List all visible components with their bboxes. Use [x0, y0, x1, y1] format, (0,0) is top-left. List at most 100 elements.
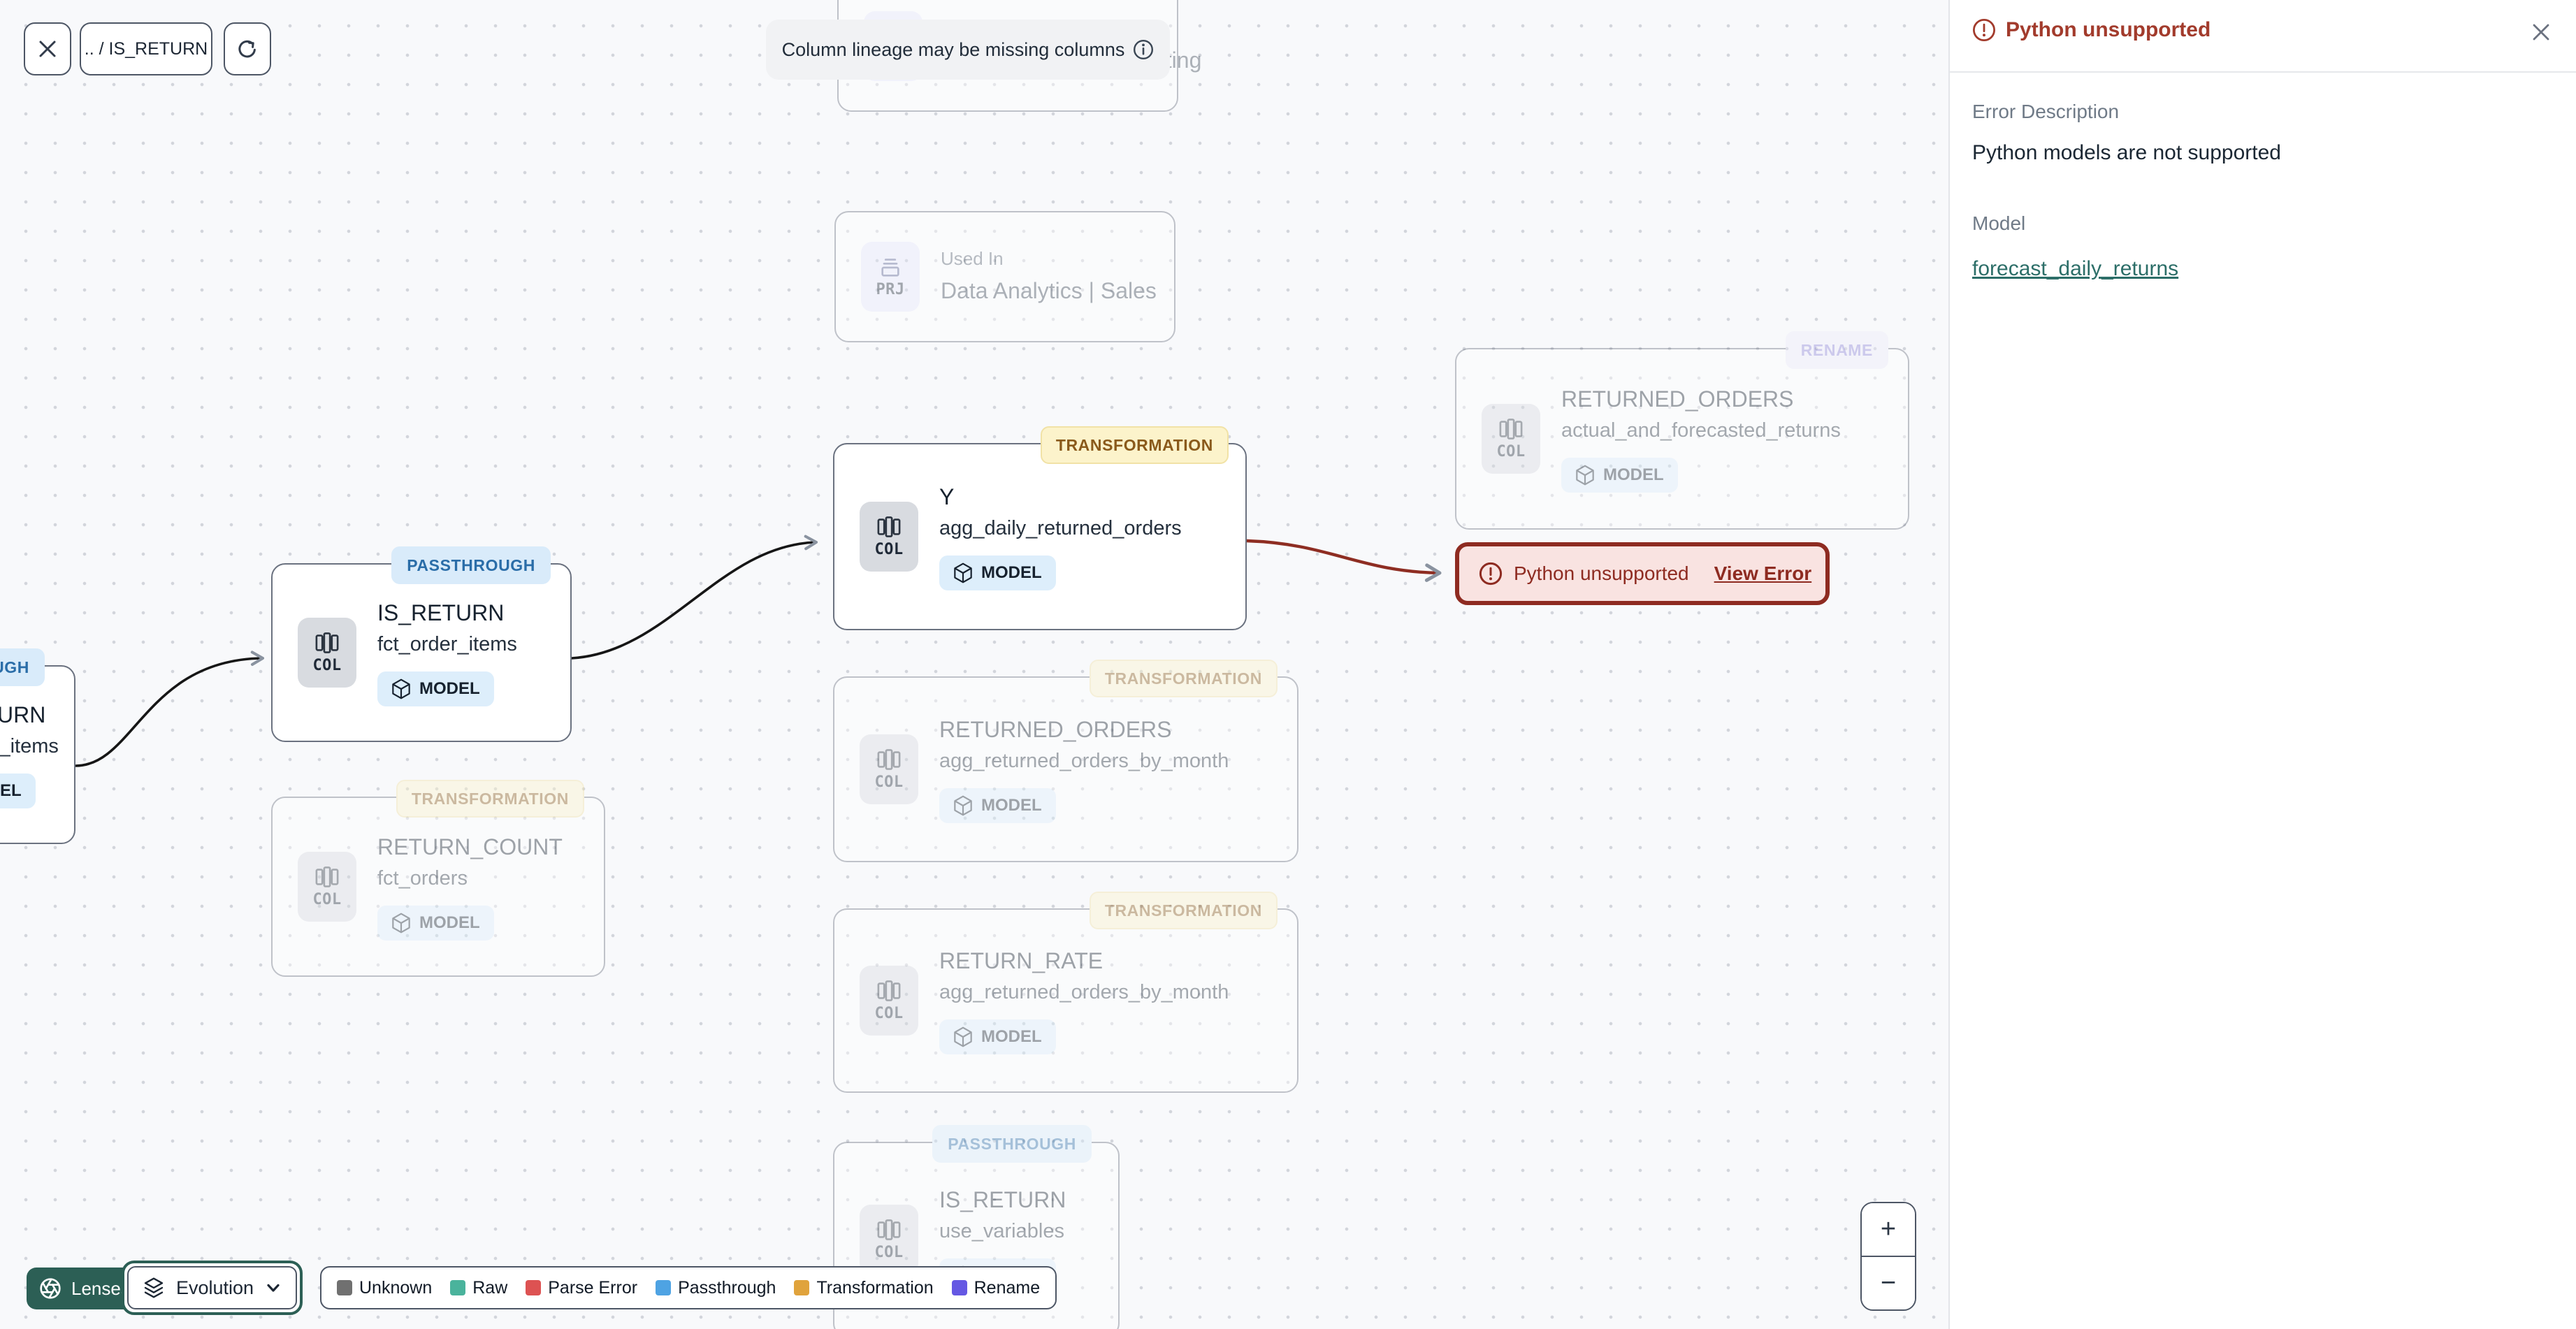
- node-badge-passthrough: PASSTHROUGH: [932, 1125, 1092, 1163]
- node-title: RETURNED_ORDERS: [939, 717, 1172, 743]
- columns-icon: [877, 980, 901, 1002]
- close-lineage-button[interactable]: [24, 22, 71, 75]
- chevron-down-icon: [265, 1279, 282, 1296]
- col-chip: COL: [298, 852, 356, 922]
- node-subtitle: agg_returned_orders_by_month: [939, 981, 1229, 1004]
- zoom-out-button[interactable]: −: [1862, 1257, 1915, 1309]
- node-badge-passthrough: PASSTHROUGH: [0, 648, 45, 686]
- node-subtitle: fct_orders: [377, 867, 468, 890]
- node-badge-rename: RENAME: [1785, 331, 1888, 369]
- error-description-value: Python models are not supported: [1972, 141, 2281, 164]
- node-subtitle: actual_and_forecasted_returns: [1561, 419, 1841, 442]
- node-badge-transformation: TRANSFORMATION: [1089, 660, 1278, 697]
- lineage-node-y-agg-daily-returned-orders[interactable]: TRANSFORMATION COL Y agg_daily_returned_o…: [833, 426, 1247, 630]
- info-icon[interactable]: [1133, 39, 1154, 60]
- columns-icon: [315, 632, 339, 654]
- columns-icon: [877, 1219, 901, 1241]
- model-chip[interactable]: MODEL: [1561, 457, 1678, 493]
- node-subtitle: use_variables: [939, 1220, 1064, 1243]
- prj-chip: PRJ: [861, 242, 920, 312]
- model-chip[interactable]: MODEL: [0, 773, 36, 808]
- error-detail-panel: Python unsupported Error Description Pyt…: [1948, 0, 2576, 1329]
- col-chip: COL: [298, 618, 356, 688]
- legend-item-unknown: Unknown: [337, 1278, 432, 1298]
- lineage-node-is-return-fct-order-items[interactable]: PASSTHROUGH COL IS_RETURN fct_order_items…: [271, 546, 572, 742]
- lens-legend: Unknown Raw Parse Error Passthrough Transfor…: [320, 1266, 1057, 1309]
- node-title: RETURN_RATE: [939, 948, 1104, 974]
- lineage-node-returned-orders-forecast[interactable]: RENAME COL RETURNED_ORDERS actual_and_for…: [1455, 331, 1909, 530]
- alert-icon: [1972, 18, 1996, 42]
- col-chip: COL: [860, 734, 918, 804]
- cube-icon: [391, 913, 411, 934]
- aperture-icon: [39, 1277, 61, 1300]
- panel-close-button[interactable]: [2528, 20, 2554, 45]
- refresh-button[interactable]: [224, 22, 271, 75]
- panel-title: Python unsupported: [1972, 18, 2210, 42]
- node-title: IS_RETURN: [377, 600, 505, 626]
- node-title: RETURNED_ORDERS: [1561, 386, 1794, 412]
- model-link[interactable]: forecast_daily_returns: [1972, 257, 2178, 281]
- banner-text: Column lineage may be missing columns: [781, 38, 1125, 60]
- col-chip: COL: [860, 1205, 918, 1274]
- lineage-node-is-return-offscreen[interactable]: PASSTHROUGH COLIS_RETURN fct_order_items…: [0, 648, 75, 844]
- col-chip: COL: [1482, 404, 1540, 474]
- node-title: Y: [939, 484, 955, 510]
- refresh-icon: [236, 38, 259, 60]
- model-chip[interactable]: MODEL: [377, 905, 494, 941]
- node-subtitle: fct_order_items: [377, 633, 517, 656]
- model-chip[interactable]: MODEL: [939, 787, 1056, 823]
- view-error-link[interactable]: View Error: [1714, 562, 1812, 585]
- zoom-controls: + −: [1860, 1202, 1916, 1311]
- lineage-node-returned-orders-by-month[interactable]: TRANSFORMATION COL RETURNED_ORDERS agg_re…: [833, 660, 1298, 862]
- lineage-node-used-in-sales[interactable]: PRJ Used In Data Analytics | Sales: [834, 211, 1175, 342]
- node-badge-transformation: TRANSFORMATION: [1040, 426, 1229, 464]
- node-subtitle: Data Analytics | Sales: [941, 277, 1157, 303]
- model-label: Model: [1972, 212, 2026, 234]
- cube-icon: [953, 795, 973, 816]
- error-description-label: Error Description: [1972, 101, 2120, 122]
- model-chip[interactable]: MODEL: [377, 671, 494, 706]
- panel-title-text: Python unsupported: [2006, 18, 2211, 41]
- node-badge-passthrough: PASSTHROUGH: [391, 546, 551, 584]
- node-title: Used In: [941, 248, 1004, 270]
- project-icon: [878, 256, 902, 278]
- col-chip: COL: [860, 502, 918, 572]
- cube-icon: [391, 678, 411, 699]
- node-title: IS_RETURN: [0, 702, 46, 728]
- legend-item-raw: Raw: [450, 1278, 507, 1298]
- evolution-dropdown[interactable]: Evolution: [127, 1266, 298, 1309]
- evolution-dropdown-ring: Evolution: [122, 1261, 303, 1315]
- node-subtitle: agg_returned_orders_by_month: [939, 750, 1229, 773]
- legend-item-parse-error: Parse Error: [526, 1278, 637, 1298]
- lineage-node-return-count[interactable]: TRANSFORMATION COL RETURN_COUNT fct_order…: [271, 780, 605, 977]
- model-chip[interactable]: MODEL: [939, 555, 1056, 590]
- columns-icon: [877, 748, 901, 771]
- zoom-in-button[interactable]: +: [1862, 1203, 1915, 1256]
- node-subtitle: fct_order_items: [0, 735, 59, 758]
- error-node-label: Python unsupported: [1514, 562, 1689, 584]
- legend-item-transformation: Transformation: [794, 1278, 934, 1298]
- cube-icon: [953, 1026, 973, 1047]
- error-node-python-unsupported[interactable]: Python unsupported View Error: [1455, 542, 1830, 605]
- legend-swatch: [951, 1280, 967, 1295]
- legend-swatch: [794, 1280, 810, 1295]
- legend-swatch: [526, 1280, 542, 1295]
- alert-icon: [1479, 562, 1503, 586]
- legend-swatch: [656, 1280, 672, 1295]
- cube-icon: [1575, 465, 1595, 486]
- node-title: IS_RETURN: [939, 1187, 1066, 1213]
- lineage-node-return-rate[interactable]: TRANSFORMATION COL RETURN_RATE agg_return…: [833, 892, 1298, 1093]
- cube-icon: [953, 562, 973, 583]
- legend-item-passthrough: Passthrough: [656, 1278, 776, 1298]
- model-chip[interactable]: MODEL: [939, 1019, 1056, 1054]
- col-chip: COL: [860, 966, 918, 1036]
- close-icon: [37, 38, 58, 59]
- evolution-label: Evolution: [176, 1277, 254, 1298]
- columns-icon: [1499, 418, 1523, 440]
- layers-icon: [143, 1277, 165, 1299]
- node-badge-transformation: TRANSFORMATION: [396, 780, 584, 818]
- legend-swatch: [337, 1280, 352, 1295]
- panel-divider: [1950, 71, 2576, 73]
- breadcrumb[interactable]: .. / IS_RETURN: [80, 22, 212, 75]
- columns-icon: [877, 516, 901, 538]
